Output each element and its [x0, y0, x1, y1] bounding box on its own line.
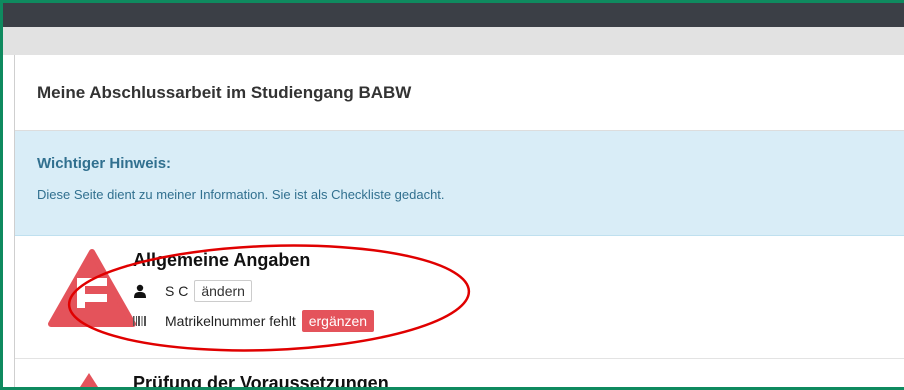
page-heading: Meine Abschlussarbeit im Studiengang BAB…: [15, 55, 904, 131]
general-info-title: Allgemeine Angaben: [133, 250, 311, 270]
warning-triangle-icon: [80, 373, 98, 387]
barcode-icon: [133, 316, 146, 326]
matrikel-missing-text: Matrikelnummer fehlt: [165, 313, 296, 329]
sub-toolbar: [3, 27, 904, 55]
prerequisites-title: Prüfung der Voraussetzungen: [133, 373, 389, 390]
warning-triangle-icon: [48, 249, 136, 327]
general-info-section: Allgemeine Angaben S C ändern Matrikelnu…: [15, 236, 904, 359]
add-matrikel-button[interactable]: ergänzen: [301, 310, 375, 332]
notice-title: Wichtiger Hinweis:: [37, 155, 172, 172]
top-navigation-bar: [3, 3, 904, 27]
page-title: Meine Abschlussarbeit im Studiengang BAB…: [37, 83, 412, 102]
matrikel-row: Matrikelnummer fehlt ergänzen: [133, 310, 375, 332]
prerequisites-section: Prüfung der Voraussetzungen: [15, 359, 904, 390]
user-name: S C: [165, 283, 189, 299]
name-row: S C ändern: [133, 280, 252, 302]
notice-text: Diese Seite dient zu meiner Information.…: [37, 187, 445, 202]
app-frame: Meine Abschlussarbeit im Studiengang BAB…: [0, 0, 904, 390]
info-notice: Wichtiger Hinweis: Diese Seite dient zu …: [15, 131, 904, 236]
user-icon: [134, 284, 146, 298]
change-button[interactable]: ändern: [194, 280, 252, 302]
